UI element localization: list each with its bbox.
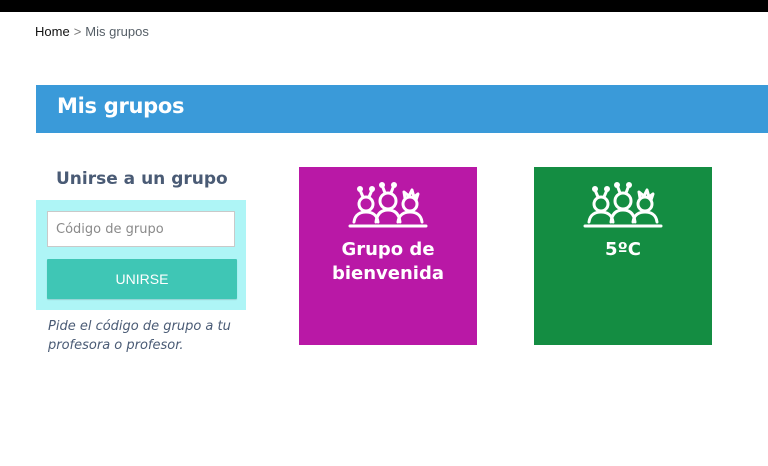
- breadcrumb-separator: >: [73, 24, 82, 39]
- join-group-title: Unirse a un grupo: [56, 169, 228, 189]
- people-group-icon: [348, 182, 428, 228]
- page-banner: Mis grupos: [36, 85, 768, 133]
- breadcrumb-home-link[interactable]: Home: [35, 24, 70, 39]
- page-title: Mis grupos: [57, 94, 185, 118]
- breadcrumb: Home > Mis grupos: [35, 24, 149, 39]
- people-group-icon: [583, 182, 663, 228]
- breadcrumb-current: Mis grupos: [85, 24, 149, 39]
- join-button[interactable]: UNIRSE: [47, 259, 237, 299]
- group-name-line-1: 5ºC: [605, 239, 641, 260]
- join-group-panel: UNIRSE: [36, 200, 246, 310]
- group-code-input[interactable]: [47, 211, 235, 247]
- group-name-line-2: bienvenida: [331, 263, 445, 284]
- browser-top-bar: [0, 0, 768, 12]
- group-name-line-1: Grupo de: [341, 239, 435, 260]
- join-hint-text: Pide el código de grupo a tu profesora o…: [48, 319, 231, 353]
- group-card-5c[interactable]: 5ºC: [534, 167, 712, 345]
- group-card-welcome[interactable]: Grupo de bienvenida: [299, 167, 477, 345]
